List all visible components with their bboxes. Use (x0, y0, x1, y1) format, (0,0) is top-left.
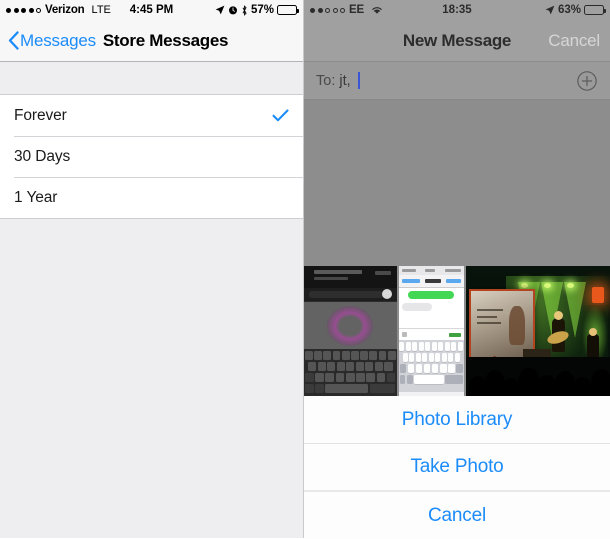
to-label: To: (316, 72, 336, 89)
navigation-bar-left: Messages Store Messages (0, 20, 303, 62)
status-bar-right-group: 57% (215, 4, 299, 16)
store-messages-options-list: Forever 30 Days 1 Year (0, 94, 303, 219)
battery-icon (584, 5, 606, 15)
left-phone-screen: Verizon LTE 4:45 PM 57% Messages Store M… (0, 0, 303, 538)
cancel-button[interactable]: Cancel (548, 31, 600, 51)
list-top-spacer (0, 62, 303, 94)
list-item-30-days[interactable]: 30 Days (0, 136, 303, 177)
status-bar-right: EE 18:35 63% (304, 0, 610, 20)
status-bar-right-group: 63% (545, 4, 606, 16)
recipient-field[interactable]: To: jt, (304, 62, 610, 100)
page-title: New Message (402, 30, 512, 50)
status-bar-left: Verizon LTE 4:45 PM 57% (0, 0, 303, 20)
location-arrow-icon (545, 5, 555, 15)
recent-photos-strip[interactable] (304, 266, 610, 396)
plus-circle-icon[interactable] (576, 70, 598, 92)
message-body-area[interactable] (304, 100, 610, 266)
location-arrow-icon (215, 5, 225, 15)
thumbnail-imessage-screenshot[interactable] (398, 266, 464, 396)
cancel-action-button[interactable]: Cancel (304, 492, 610, 539)
right-phone-screen: EE 18:35 63% New Message Cancel To: jt, (303, 0, 610, 539)
thumbnail-dark-screenshot[interactable] (304, 266, 397, 396)
list-item-1-year[interactable]: 1 Year (0, 177, 303, 218)
dual-screenshot-container: Verizon LTE 4:45 PM 57% Messages Store M… (0, 0, 610, 539)
photo-action-sheet: Photo Library Take Photo Cancel (304, 396, 610, 539)
list-item-forever[interactable]: Forever (0, 95, 303, 136)
battery-percent-label: 57% (250, 4, 274, 16)
list-item-label: 30 Days (14, 147, 71, 165)
list-item-label: Forever (14, 106, 67, 124)
checkmark-icon (272, 109, 289, 122)
thumbnail-concert-photo[interactable] (465, 266, 610, 396)
bluetooth-icon (241, 4, 248, 16)
navigation-bar-right: New Message Cancel (304, 20, 610, 62)
back-chevron-icon[interactable] (8, 31, 19, 50)
list-item-label: 1 Year (14, 188, 58, 206)
recipient-value: jt, (339, 72, 351, 89)
photo-library-button[interactable]: Photo Library (304, 396, 610, 443)
battery-percent-label: 63% (557, 4, 581, 16)
page-title: Store Messages (102, 30, 229, 50)
alarm-clock-icon (228, 5, 238, 15)
battery-icon (277, 5, 299, 15)
text-caret (357, 72, 360, 89)
back-button-label[interactable]: Messages (20, 31, 96, 51)
take-photo-button[interactable]: Take Photo (304, 443, 610, 490)
